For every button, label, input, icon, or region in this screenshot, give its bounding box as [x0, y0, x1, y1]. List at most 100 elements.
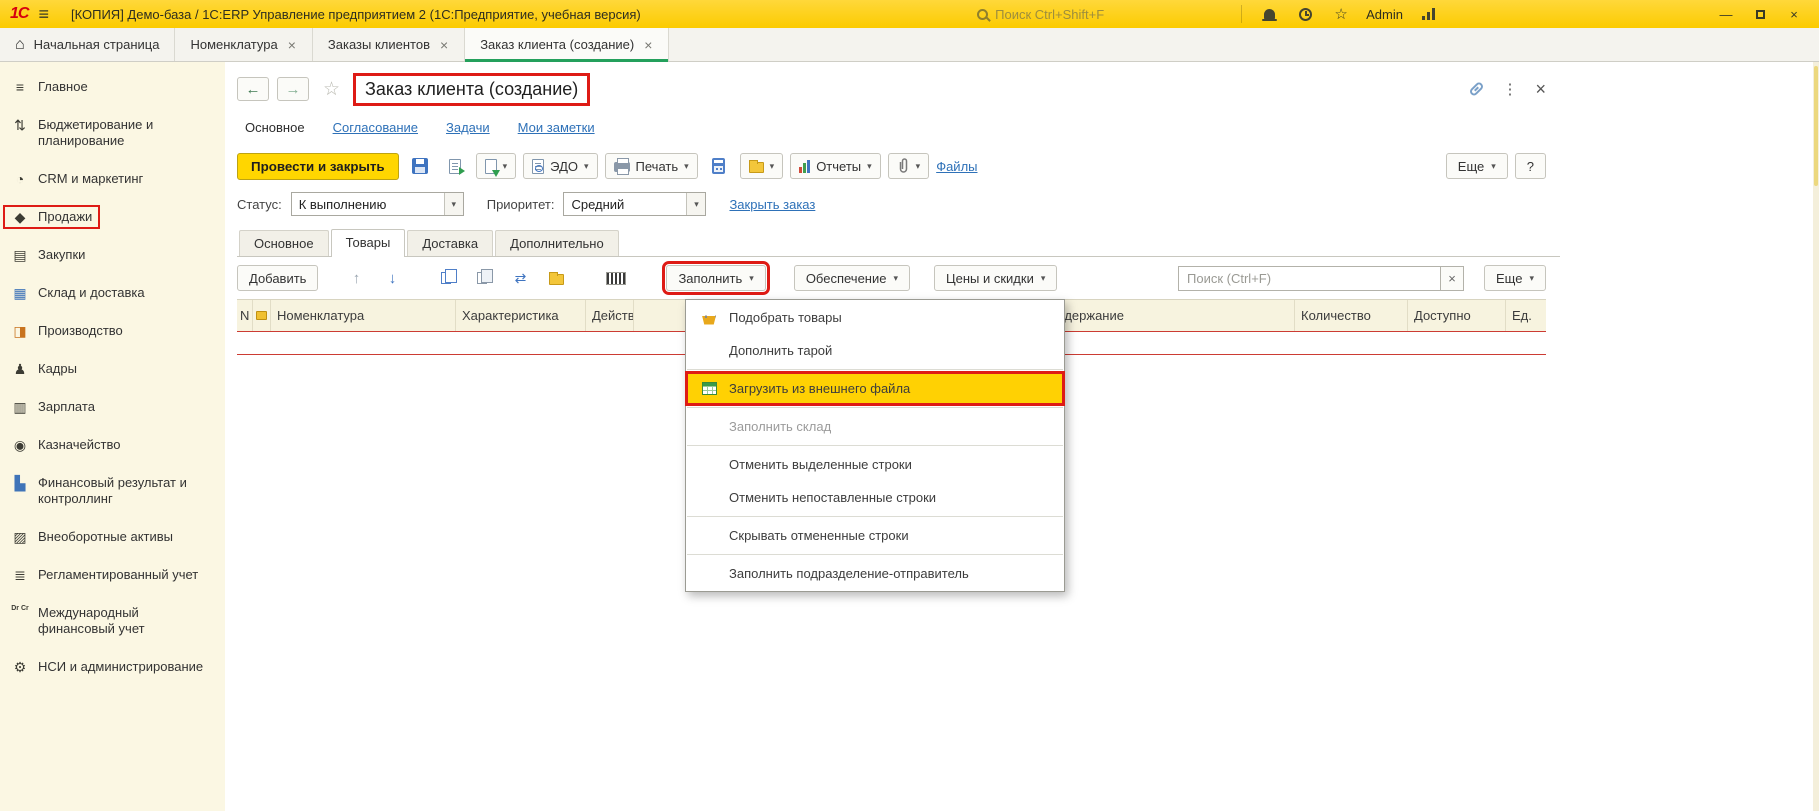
duplicate-row-button[interactable]: [470, 264, 498, 292]
subtab-goods[interactable]: Товары: [330, 229, 406, 257]
form-command-bar: Провести и закрыть ▾ ЭДО ▾ Печать ▾ ▾ Отче…: [237, 151, 1560, 181]
column-unit[interactable]: Ед.: [1506, 300, 1546, 331]
menu-item-add-packaging[interactable]: Дополнить тарой: [686, 334, 1064, 367]
move-down-button[interactable]: ↓: [378, 264, 406, 292]
prices-discounts-button[interactable]: Цены и скидки ▾: [934, 265, 1058, 291]
tab-customer-orders[interactable]: Заказы клиентов ×: [313, 28, 466, 61]
print-button[interactable]: Печать ▾: [604, 153, 698, 179]
sidebar-item-production[interactable]: ◨ Производство: [0, 312, 225, 350]
status-value-input[interactable]: [291, 193, 444, 215]
minimize-button[interactable]: —: [1711, 3, 1741, 25]
navlink-main[interactable]: Основное: [245, 120, 305, 135]
subtab-main[interactable]: Основное: [239, 230, 329, 256]
barcode-button[interactable]: [602, 264, 630, 292]
priority-dropdown-icon[interactable]: ▾: [686, 193, 706, 215]
sidebar-item-nsi-administration[interactable]: ⚙ НСИ и администрирование: [0, 648, 225, 686]
sidebar-item-financial-result[interactable]: ▙ Финансовый результат и контроллинг: [0, 464, 225, 518]
more-menu-icon[interactable]: ⋮: [1502, 80, 1517, 98]
close-form-icon[interactable]: ×: [1535, 79, 1546, 100]
column-quantity[interactable]: Количество: [1295, 300, 1408, 331]
table-search-input[interactable]: [1178, 265, 1441, 291]
move-up-button[interactable]: ↑: [342, 264, 370, 292]
sidebar-item-warehouse[interactable]: ▦ Склад и доставка: [0, 274, 225, 312]
calculator-button[interactable]: [705, 152, 733, 180]
menu-item-load-external-file[interactable]: Загрузить из внешнего файла: [685, 371, 1065, 406]
files-link[interactable]: Файлы: [936, 159, 977, 174]
menu-item-cancel-selected-rows[interactable]: Отменить выделенные строки: [686, 448, 1064, 481]
menu-item-cancel-unsupplied-rows[interactable]: Отменить непоставленные строки: [686, 481, 1064, 514]
sidebar-item-sales[interactable]: ◆ Продажи: [0, 198, 225, 236]
navlink-tasks[interactable]: Задачи: [446, 120, 490, 135]
user-name[interactable]: Admin: [1366, 7, 1403, 22]
reports-button[interactable]: Отчеты ▾: [790, 153, 881, 179]
history-button[interactable]: [1292, 2, 1318, 26]
sidebar-item-international-accounting[interactable]: Dr Cr Международный финансовый учет: [0, 594, 225, 648]
navlink-notes[interactable]: Мои заметки: [518, 120, 595, 135]
sidebar-item-regulated-accounting[interactable]: ≣ Регламентированный учет: [0, 556, 225, 594]
tab-customer-order-new[interactable]: Заказ клиента (создание) ×: [465, 28, 670, 62]
sidebar-item-purchases[interactable]: ▤ Закупки: [0, 236, 225, 274]
save-button[interactable]: [406, 152, 434, 180]
tab-nomenclature[interactable]: Номенклатура ×: [175, 28, 313, 61]
back-button[interactable]: ←: [237, 77, 269, 101]
scrollbar[interactable]: [1813, 62, 1819, 811]
favorites-button[interactable]: ☆: [1328, 2, 1354, 26]
menu-item-hide-cancelled-rows[interactable]: Скрывать отмененные строки: [686, 519, 1064, 552]
create-based-on-button[interactable]: ▾: [475, 153, 517, 179]
close-window-button[interactable]: ×: [1779, 3, 1809, 25]
add-row-button[interactable]: Добавить: [237, 265, 319, 291]
global-search-input[interactable]: [995, 6, 1206, 22]
sidebar-item-hr[interactable]: ♟ Кадры: [0, 350, 225, 388]
post-button[interactable]: [441, 152, 469, 180]
column-n[interactable]: N: [237, 300, 253, 331]
tab-home[interactable]: ⌂ Начальная страница: [0, 28, 176, 61]
post-and-close-button[interactable]: Провести и закрыть: [237, 152, 399, 180]
maximize-button[interactable]: [1745, 3, 1775, 25]
more-button[interactable]: Еще ▾: [1445, 153, 1508, 179]
column-available[interactable]: Доступно: [1408, 300, 1506, 331]
document-journal-button[interactable]: ▾: [739, 153, 784, 179]
copy-row-button[interactable]: [434, 264, 462, 292]
connection-button[interactable]: [1415, 2, 1441, 26]
supply-button[interactable]: Обеспечение ▾: [793, 265, 910, 291]
status-dropdown-icon[interactable]: ▾: [443, 193, 463, 215]
global-search[interactable]: [977, 6, 1227, 22]
column-marker[interactable]: [253, 300, 271, 331]
attachments-button[interactable]: ▾: [887, 153, 930, 179]
status-combobox[interactable]: ▾: [290, 192, 464, 216]
page-title: Заказ клиента (создание): [353, 72, 591, 106]
menu-item-pick-goods[interactable]: Подобрать товары: [686, 301, 1064, 334]
column-characteristic[interactable]: Характеристика: [456, 300, 586, 331]
tab-close-icon[interactable]: ×: [643, 37, 653, 53]
priority-value-input[interactable]: [564, 193, 687, 215]
sidebar-item-treasury[interactable]: ◉ Казначейство: [0, 426, 225, 464]
main-menu-icon[interactable]: ≡: [38, 4, 49, 25]
notifications-button[interactable]: [1256, 2, 1282, 26]
sidebar-item-main[interactable]: ≡ Главное: [0, 68, 225, 106]
fill-button[interactable]: Заполнить ▾: [662, 261, 770, 295]
menu-item-fill-sender-department[interactable]: Заполнить подразделение-отправитель: [686, 557, 1064, 590]
forward-button[interactable]: →: [277, 77, 309, 101]
group-button[interactable]: [542, 264, 570, 292]
subtab-delivery[interactable]: Доставка: [407, 230, 494, 256]
subtab-additional[interactable]: Дополнительно: [495, 230, 619, 256]
column-content[interactable]: Содержание: [1042, 300, 1295, 331]
favorite-star-icon[interactable]: ☆: [323, 78, 340, 101]
sidebar-item-crm[interactable]: ◔ CRM и маркетинг: [0, 160, 225, 198]
navlink-approval[interactable]: Согласование: [333, 120, 418, 135]
edo-button[interactable]: ЭДО ▾: [523, 153, 598, 179]
column-nomenclature[interactable]: Номенклатура: [271, 300, 456, 331]
sidebar-item-payroll[interactable]: ▥ Зарплата: [0, 388, 225, 426]
tab-close-icon[interactable]: ×: [287, 37, 297, 53]
table-more-button[interactable]: Еще ▾: [1484, 265, 1546, 291]
priority-combobox[interactable]: ▾: [563, 192, 707, 216]
sidebar-item-fixed-assets[interactable]: ▨ Внеоборотные активы: [0, 518, 225, 556]
sidebar-item-budgeting[interactable]: ⇅ Бюджетирование и планирование: [0, 106, 225, 160]
tab-close-icon[interactable]: ×: [439, 37, 449, 53]
clear-search-button[interactable]: ×: [1440, 265, 1465, 291]
get-link-icon[interactable]: [1468, 80, 1486, 98]
split-row-button[interactable]: ⇄: [506, 264, 534, 292]
column-actions[interactable]: Действия: [586, 300, 634, 331]
help-button[interactable]: ?: [1514, 153, 1546, 179]
close-order-link[interactable]: Закрыть заказ: [729, 197, 815, 212]
